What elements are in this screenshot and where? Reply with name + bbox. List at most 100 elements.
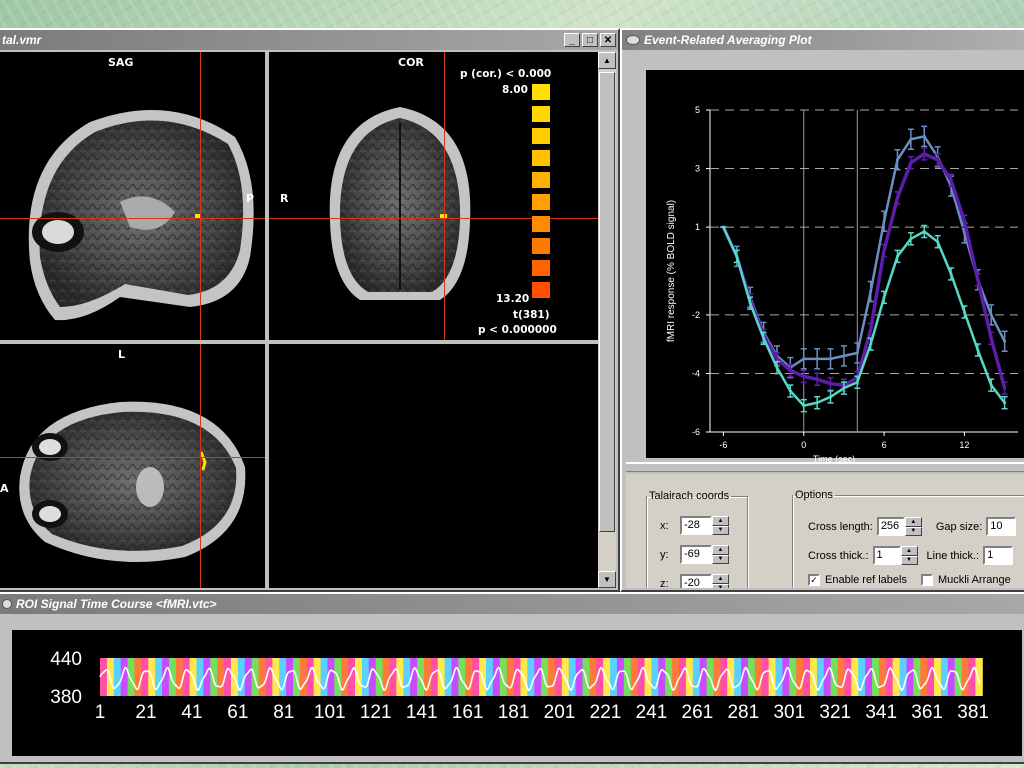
era-data-point	[989, 383, 993, 387]
roi-condition-band	[720, 658, 728, 696]
era-title: Event-Related Averaging Plot	[644, 33, 812, 47]
muckli-arrange-checkbox[interactable]	[920, 574, 933, 586]
roi-condition-band	[458, 658, 466, 696]
roi-condition-band	[934, 658, 942, 696]
roi-condition-band	[258, 658, 266, 696]
color-scale-swatch	[532, 128, 550, 144]
scroll-down-button[interactable]: ▼	[598, 571, 616, 588]
x-down[interactable]: ▼	[712, 525, 729, 535]
cor-label: COR	[398, 56, 424, 69]
x-spinner[interactable]: ▲ ▼	[712, 516, 729, 535]
era-data-point	[869, 342, 873, 346]
roi-condition-band	[444, 658, 453, 696]
y-up[interactable]: ▲	[712, 545, 729, 555]
era-titlebar[interactable]: Event-Related Averaging Plot	[622, 30, 1024, 50]
era-y-tick-label: -2	[692, 310, 700, 320]
roi-x-tick-label: 281	[727, 702, 759, 723]
era-data-point	[909, 161, 913, 165]
era-y-tick-label: 1	[695, 222, 700, 232]
color-scale-swatch	[532, 84, 550, 100]
y-down[interactable]: ▼	[712, 554, 729, 564]
z-input[interactable]: -20	[680, 574, 712, 588]
divider-horizontal	[0, 340, 598, 344]
roi-condition-band	[975, 658, 983, 696]
cross-thick-down[interactable]: ▼	[900, 555, 918, 565]
roi-x-tick-label: 1	[95, 702, 106, 723]
z-up[interactable]: ▲	[712, 574, 729, 584]
scroll-up-button[interactable]: ▲	[598, 52, 616, 69]
minimize-button[interactable]: _	[564, 33, 580, 47]
era-data-point	[976, 348, 980, 352]
era-x-tick-label: 6	[882, 440, 887, 450]
roi-x-tick-label: 241	[636, 702, 668, 723]
roi-x-tick-label: 301	[773, 702, 805, 723]
y-spinner[interactable]: ▲ ▼	[712, 545, 729, 564]
roi-condition-band	[789, 658, 797, 696]
roi-condition-band	[313, 658, 322, 696]
roi-x-tick-label: 321	[819, 702, 851, 723]
era-x-tick-label: -6	[719, 440, 727, 450]
maximize-button[interactable]: □	[582, 33, 598, 47]
era-x-label: Time (sec)	[813, 454, 855, 462]
era-data-point	[869, 289, 873, 293]
line-thick-input[interactable]: 1	[983, 546, 1014, 565]
y-input[interactable]: -69	[680, 545, 712, 564]
cross-length-spinner[interactable]: ▲ ▼	[904, 517, 922, 536]
cross-thick-up[interactable]: ▲	[900, 546, 918, 556]
roi-condition-band	[541, 658, 549, 696]
muckli-arrange-label[interactable]: Muckli Arrange	[938, 574, 1011, 586]
vmr-title: tal.vmr	[2, 33, 42, 47]
roi-condition-band	[734, 658, 742, 696]
scroll-thumb[interactable]	[599, 72, 615, 532]
roi-condition-band	[175, 658, 184, 696]
enable-ref-labels-checkbox[interactable]: ✓	[808, 574, 820, 586]
era-data-point	[788, 369, 792, 373]
roi-condition-band	[830, 658, 839, 696]
roi-titlebar[interactable]: ROI Signal Time Course <fMRI.vtc>	[0, 594, 1024, 614]
era-data-point	[936, 158, 940, 162]
era-splitter[interactable]	[626, 462, 1024, 472]
roi-condition-band	[892, 658, 901, 696]
era-y-tick-label: -4	[692, 368, 700, 378]
brain-slices	[19, 107, 471, 562]
enable-ref-labels-label[interactable]: Enable ref labels	[825, 574, 907, 586]
color-scale-swatch	[532, 260, 550, 276]
axial-slice	[19, 401, 246, 562]
color-scale-bar	[532, 84, 550, 304]
y-row: y: -69 ▲ ▼	[660, 545, 729, 564]
era-y-tick-label: -6	[692, 427, 700, 437]
close-button[interactable]: ✕	[600, 33, 616, 47]
slice-view-area[interactable]: SAG COR P R L A p (cor.) < 0.000 8.00 13…	[0, 52, 598, 588]
era-data-point	[922, 134, 926, 138]
era-data-point	[775, 366, 779, 370]
roi-x-tick-label: 21	[135, 702, 156, 723]
era-data-point	[815, 401, 819, 405]
vmr-vertical-scrollbar[interactable]: ▲ ▼	[598, 52, 616, 588]
roi-condition-band	[651, 658, 659, 696]
color-scale-bottom-value: 13.20	[496, 293, 530, 305]
gap-size-input[interactable]: 10	[986, 517, 1017, 536]
era-data-point	[895, 196, 899, 200]
color-scale-stat-label: t(381)	[513, 309, 550, 321]
options-panel: Talairach coords x: -28 ▲ ▼ y: -69 ▲ ▼ z: …	[626, 474, 1024, 588]
cross-length-input[interactable]: 256	[876, 517, 905, 536]
era-data-point	[802, 404, 806, 408]
roi-condition-band	[644, 658, 652, 696]
roi-condition-band	[141, 658, 149, 696]
roi-condition-band	[747, 658, 756, 696]
roi-condition-band	[155, 658, 163, 696]
x-up[interactable]: ▲	[712, 516, 729, 526]
era-data-point	[1003, 401, 1007, 405]
vmr-titlebar[interactable]: tal.vmr _ □ ✕	[0, 30, 618, 50]
x-input[interactable]: -28	[680, 516, 712, 535]
z-spinner[interactable]: ▲▼	[712, 574, 729, 588]
cross-length-up[interactable]: ▲	[904, 517, 922, 527]
cross-thick-input[interactable]: 1	[872, 546, 901, 565]
era-data-point	[989, 313, 993, 317]
roi-condition-band	[775, 658, 783, 696]
cross-thick-spinner[interactable]: ▲ ▼	[900, 546, 918, 565]
era-data-point	[855, 351, 859, 355]
z-down[interactable]: ▼	[712, 583, 729, 588]
roi-condition-band	[685, 658, 694, 696]
cross-length-down[interactable]: ▼	[904, 526, 922, 536]
